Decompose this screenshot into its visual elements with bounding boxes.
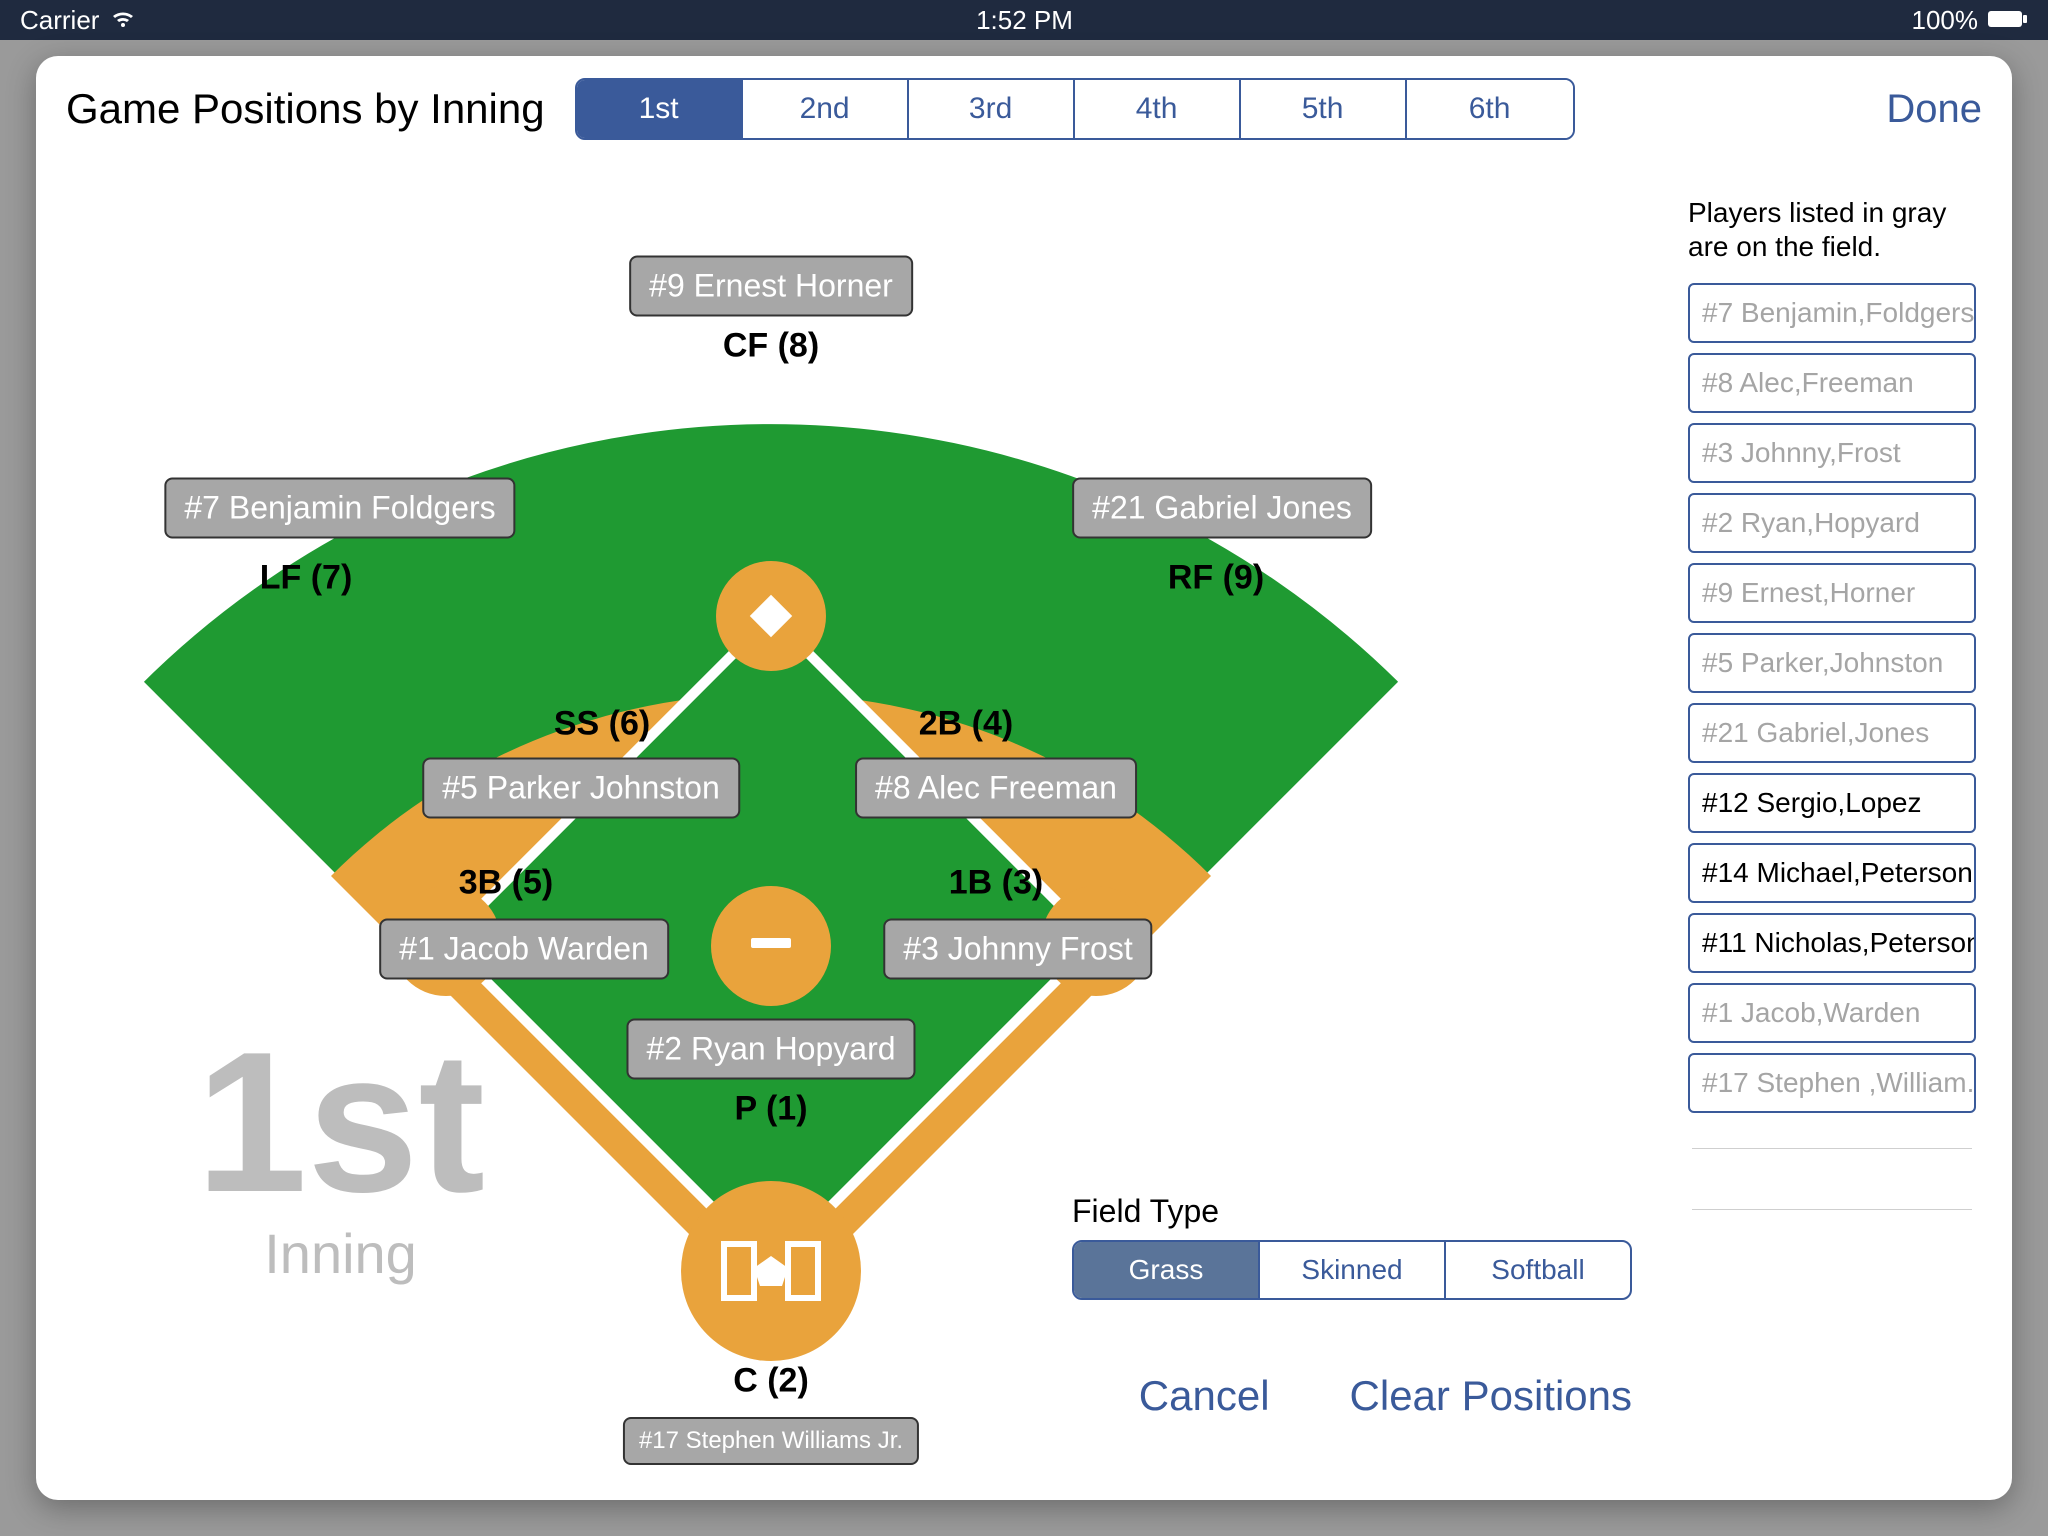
wifi-icon bbox=[109, 5, 137, 36]
roster-list: #7 Benjamin,Foldgers #8 Alec,Freeman #3 Jo… bbox=[1688, 283, 1976, 1113]
player-chip-lf[interactable]: #7 Benjamin Foldgers bbox=[164, 478, 515, 539]
player-chip-1b[interactable]: #3 Johnny Frost bbox=[883, 919, 1152, 980]
clear-positions-button[interactable]: Clear Positions bbox=[1350, 1372, 1632, 1420]
pos-label-2b: 2B (4) bbox=[919, 705, 1013, 744]
roster-player-6[interactable]: #21 Gabriel,Jones bbox=[1688, 703, 1976, 763]
field-type-option-skinned[interactable]: Skinned bbox=[1260, 1242, 1446, 1298]
modal-actions: Cancel Clear Positions bbox=[1139, 1372, 1632, 1420]
status-time: 1:52 PM bbox=[976, 5, 1073, 36]
roster-player-10[interactable]: #1 Jacob,Warden bbox=[1688, 983, 1976, 1043]
roster-intro: Players listed in gray are on the field. bbox=[1688, 196, 1976, 263]
roster-player-7[interactable]: #12 Sergio,Lopez bbox=[1688, 773, 1976, 833]
player-roster-panel: Players listed in gray are on the field.… bbox=[1688, 196, 1976, 1113]
pos-label-3b: 3B (5) bbox=[459, 864, 553, 903]
battery-icon bbox=[1988, 5, 2028, 36]
page-title: Game Positions by Inning bbox=[66, 85, 545, 133]
inning-tab-4th[interactable]: 4th bbox=[1075, 80, 1241, 138]
current-inning-number: 1st bbox=[196, 1033, 485, 1213]
pos-label-lf: LF (7) bbox=[260, 559, 353, 598]
roster-extra-lines bbox=[1692, 1148, 1972, 1270]
pos-label-ss: SS (6) bbox=[554, 705, 650, 744]
current-inning-display: 1st Inning bbox=[196, 1033, 485, 1286]
roster-player-0[interactable]: #7 Benjamin,Foldgers bbox=[1688, 283, 1976, 343]
pos-label-1b: 1B (3) bbox=[949, 864, 1043, 903]
pos-label-cf: CF (8) bbox=[723, 327, 819, 366]
roster-player-1[interactable]: #8 Alec,Freeman bbox=[1688, 353, 1976, 413]
inning-tab-2nd[interactable]: 2nd bbox=[743, 80, 909, 138]
player-chip-cf[interactable]: #9 Ernest Horner bbox=[629, 256, 913, 317]
player-chip-ss[interactable]: #5 Parker Johnston bbox=[422, 758, 740, 819]
roster-player-5[interactable]: #5 Parker,Johnston bbox=[1688, 633, 1976, 693]
field-type-option-softball[interactable]: Softball bbox=[1446, 1242, 1630, 1298]
roster-player-8[interactable]: #14 Michael,Peterson bbox=[1688, 843, 1976, 903]
roster-player-2[interactable]: #3 Johnny,Frost bbox=[1688, 423, 1976, 483]
field-type-label: Field Type bbox=[1072, 1193, 1632, 1230]
player-chip-p[interactable]: #2 Ryan Hopyard bbox=[626, 1019, 915, 1080]
inning-tab-6th[interactable]: 6th bbox=[1407, 80, 1573, 138]
pos-label-rf: RF (9) bbox=[1168, 559, 1264, 598]
battery-label: 100% bbox=[1912, 5, 1979, 36]
inning-tabs: 1st2nd3rd4th5th6th bbox=[575, 78, 1575, 140]
inning-tab-1st[interactable]: 1st bbox=[577, 80, 743, 138]
player-chip-3b[interactable]: #1 Jacob Warden bbox=[379, 919, 669, 980]
carrier-label: Carrier bbox=[20, 5, 99, 36]
player-chip-rf[interactable]: #21 Gabriel Jones bbox=[1072, 478, 1372, 539]
player-chip-2b[interactable]: #8 Alec Freeman bbox=[855, 758, 1137, 819]
done-button[interactable]: Done bbox=[1886, 87, 1982, 132]
roster-player-3[interactable]: #2 Ryan,Hopyard bbox=[1688, 493, 1976, 553]
positions-modal: Game Positions by Inning 1st2nd3rd4th5th… bbox=[36, 56, 2012, 1500]
roster-player-9[interactable]: #11 Nicholas,Peterson bbox=[1688, 913, 1976, 973]
roster-player-11[interactable]: #17 Stephen ,William... bbox=[1688, 1053, 1976, 1113]
field-type-block: Field Type GrassSkinnedSoftball bbox=[1072, 1193, 1632, 1300]
pos-label-c: C (2) bbox=[733, 1362, 809, 1401]
field-type-segment: GrassSkinnedSoftball bbox=[1072, 1240, 1632, 1300]
cancel-button[interactable]: Cancel bbox=[1139, 1372, 1270, 1420]
inning-tab-3rd[interactable]: 3rd bbox=[909, 80, 1075, 138]
field-type-option-grass[interactable]: Grass bbox=[1074, 1242, 1260, 1298]
pos-label-p: P (1) bbox=[734, 1090, 807, 1129]
roster-player-4[interactable]: #9 Ernest,Horner bbox=[1688, 563, 1976, 623]
player-chip-c[interactable]: #17 Stephen Williams Jr. bbox=[623, 1417, 919, 1465]
modal-header: Game Positions by Inning 1st2nd3rd4th5th… bbox=[66, 64, 1982, 154]
inning-tab-5th[interactable]: 5th bbox=[1241, 80, 1407, 138]
status-bar: Carrier 1:52 PM 100% bbox=[0, 0, 2048, 40]
